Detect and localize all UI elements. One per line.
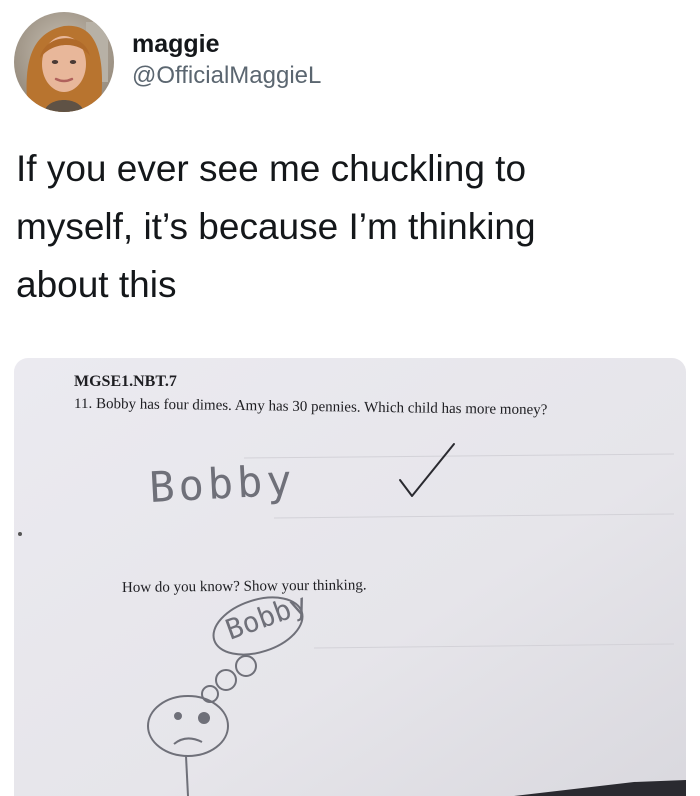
handwritten-answer: Bobby	[148, 455, 297, 512]
followup-prompt: How do you know? Show your thinking.	[122, 577, 367, 596]
standard-code: MGSE1.NBT.7	[74, 373, 177, 390]
margin-mark	[18, 532, 22, 536]
question-number: 11.	[74, 396, 92, 412]
worksheet-photo: MGSE1.NBT.7 11. Bobby has four dimes. Am…	[14, 358, 686, 796]
avatar[interactable]	[14, 12, 114, 112]
attached-photo[interactable]: MGSE1.NBT.7 11. Bobby has four dimes. Am…	[14, 358, 686, 796]
author-names: maggie @OfficialMaggieL	[132, 29, 321, 91]
profile-photo-icon	[14, 12, 114, 112]
tweet-header: maggie @OfficialMaggieL	[14, 12, 321, 112]
user-handle[interactable]: @OfficialMaggieL	[132, 61, 321, 91]
tweet-text: If you ever see me chuckling to myself, …	[16, 148, 536, 305]
display-name[interactable]: maggie	[132, 29, 321, 59]
